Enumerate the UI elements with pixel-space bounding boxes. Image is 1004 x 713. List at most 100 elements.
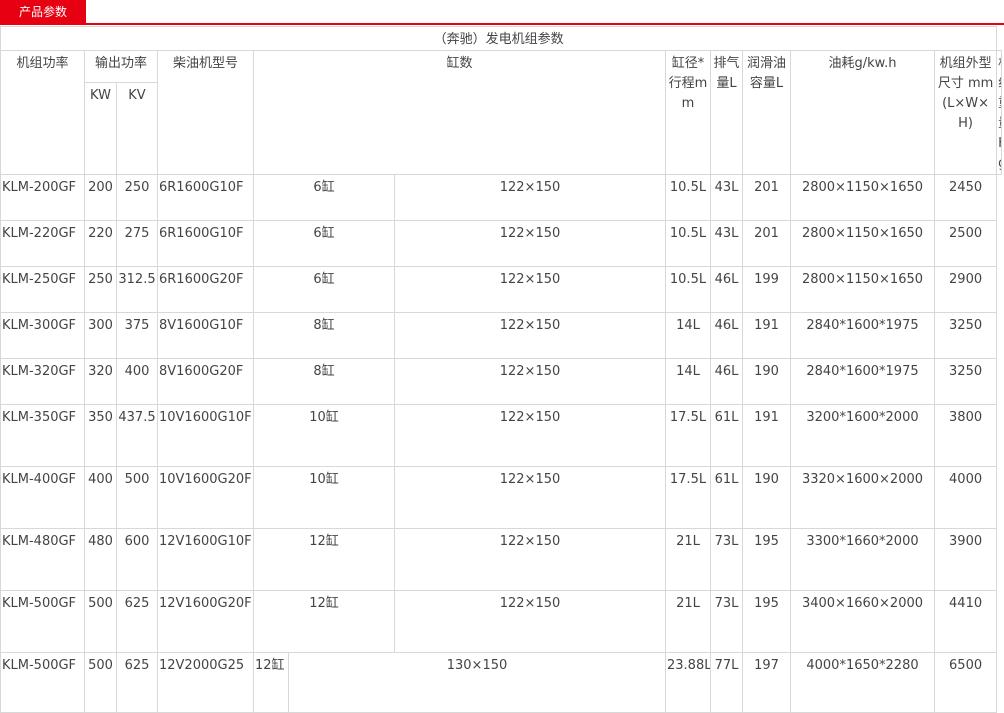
header-engine: 柴油机型号 <box>157 50 254 175</box>
cell-fuel: 197 <box>742 652 791 713</box>
cell-kw: 320 <box>84 358 117 405</box>
cell-bore: 122×150 <box>394 312 666 359</box>
table-row: KLM-500GF 500 625 12V1600G20F 12缸 122×150 21L 7… <box>0 590 1002 653</box>
header-weight: 机组重量Kg <box>996 50 1002 175</box>
cell-kv: 250 <box>116 174 158 221</box>
cell-bore: 122×150 <box>394 404 666 467</box>
cell-displacement: 10.5L <box>665 174 711 221</box>
cell-kw: 250 <box>84 266 117 313</box>
cell-bore: 122×150 <box>394 266 666 313</box>
cell-displacement: 23.88L <box>665 652 711 713</box>
cell-engine: 12V1600G10F <box>157 528 254 591</box>
cell-fuel: 201 <box>742 174 791 221</box>
cell-weight: 6500 <box>933 652 998 713</box>
cell-kw: 480 <box>84 528 117 591</box>
header-bore: 缸径*行程mm <box>665 50 711 175</box>
cell-cylinders: 12缸 <box>253 590 395 653</box>
cell-weight: 3250 <box>933 358 998 405</box>
cell-model: KLM-500GF <box>0 590 85 653</box>
cell-weight: 3800 <box>933 404 998 467</box>
cell-weight: 2900 <box>933 266 998 313</box>
table-row: KLM-220GF 220 275 6R1600G10F 6缸 122×150 10.5L 4… <box>0 220 1002 267</box>
cell-cylinders: 12缸 <box>253 652 289 713</box>
cell-displacement: 14L <box>665 312 711 359</box>
cell-lube: 77L <box>710 652 743 713</box>
cell-kw: 300 <box>84 312 117 359</box>
cell-cylinders: 12缸 <box>253 528 395 591</box>
cell-dims: 3300*1660*2000 <box>790 528 935 591</box>
cell-cylinders: 6缸 <box>253 174 395 221</box>
table-row: KLM-350GF 350 437.5 10V1600G10F 10缸 122×150 17… <box>0 404 1002 467</box>
tab-product-params[interactable]: 产品参数 <box>0 0 86 25</box>
cell-dims: 2840*1600*1975 <box>790 358 935 405</box>
cell-displacement: 17.5L <box>665 466 711 529</box>
cell-bore: 122×150 <box>394 590 666 653</box>
cell-cylinders: 10缸 <box>253 404 395 467</box>
cell-kv: 400 <box>116 358 158 405</box>
table-row: KLM-500GF 500 625 12V2000G25 12缸 130×150 23.88… <box>0 652 1002 713</box>
table-row: KLM-300GF 300 375 8V1600G10F 8缸 122×150 14L 46L… <box>0 312 1002 359</box>
cell-engine: 6R1600G10F <box>157 174 254 221</box>
cell-displacement: 14L <box>665 358 711 405</box>
cell-dims: 3320×1600×2000 <box>790 466 935 529</box>
cell-dims: 3200*1600*2000 <box>790 404 935 467</box>
table-row: KLM-400GF 400 500 10V1600G20F 10缸 122×150 17.5… <box>0 466 1002 529</box>
cell-model: KLM-200GF <box>0 174 85 221</box>
cell-model: KLM-500GF <box>0 652 85 713</box>
cell-lube: 61L <box>710 404 743 467</box>
cell-dims: 2800×1150×1650 <box>790 266 935 313</box>
tab-underline <box>0 23 1004 25</box>
cell-fuel: 195 <box>742 528 791 591</box>
header-row: 机组功率 输出功率 柴油机型号 缸数 缸径*行程mm 排气量L 润滑油容量L 油… <box>0 50 1002 175</box>
cell-bore: 122×150 <box>394 358 666 405</box>
cell-dims: 2800×1150×1650 <box>790 174 935 221</box>
cell-fuel: 199 <box>742 266 791 313</box>
cell-fuel: 191 <box>742 312 791 359</box>
cell-cylinders: 10缸 <box>253 466 395 529</box>
tab-label: 产品参数 <box>18 5 67 19</box>
header-output: 输出功率 <box>84 50 158 83</box>
cell-engine: 8V1600G10F <box>157 312 254 359</box>
header-dims: 机组外型 尺寸 mm (L×W×H) <box>933 50 998 175</box>
cell-weight: 3900 <box>933 528 998 591</box>
cell-kw: 400 <box>84 466 117 529</box>
cell-kv: 312.5 <box>116 266 158 313</box>
cell-dims: 4000*1650*2280 <box>790 652 935 713</box>
cell-model: KLM-250GF <box>0 266 85 313</box>
cell-fuel: 201 <box>742 220 791 267</box>
generator-params-table: （奔驰）发电机组参数 机组功率 输出功率 柴油机型号 缸数 缸径*行程mm 排气… <box>0 26 1002 713</box>
table-row: KLM-320GF 320 400 8V1600G20F 8缸 122×150 14L 46L… <box>0 358 1002 405</box>
cell-model: KLM-320GF <box>0 358 85 405</box>
cell-bore: 122×150 <box>394 220 666 267</box>
cell-model: KLM-400GF <box>0 466 85 529</box>
cell-dims: 2800×1150×1650 <box>790 220 935 267</box>
cell-bore: 122×150 <box>394 466 666 529</box>
cell-kw: 350 <box>84 404 117 467</box>
table-row: KLM-480GF 480 600 12V1600G10F 12缸 122×150 21L 7… <box>0 528 1002 591</box>
cell-cylinders: 6缸 <box>253 220 395 267</box>
cell-cylinders: 6缸 <box>253 266 395 313</box>
cell-engine: 10V1600G20F <box>157 466 254 529</box>
caption-row: （奔驰）发电机组参数 <box>0 26 1002 51</box>
cell-kw: 220 <box>84 220 117 267</box>
cell-fuel: 190 <box>742 358 791 405</box>
cell-lube: 46L <box>710 358 743 405</box>
cell-lube: 46L <box>710 266 743 313</box>
cell-cylinders: 8缸 <box>253 312 395 359</box>
cell-lube: 61L <box>710 466 743 529</box>
cell-lube: 73L <box>710 590 743 653</box>
cell-lube: 43L <box>710 174 743 221</box>
header-power: 机组功率 <box>0 50 85 175</box>
cell-weight: 2450 <box>933 174 998 221</box>
cell-weight: 2500 <box>933 220 998 267</box>
cell-kv: 625 <box>116 590 158 653</box>
cell-kv: 437.5 <box>116 404 158 467</box>
cell-lube: 73L <box>710 528 743 591</box>
header-kw: KW <box>84 81 117 176</box>
cell-kv: 625 <box>116 652 158 713</box>
cell-fuel: 191 <box>742 404 791 467</box>
header-cylinders: 缸数 <box>253 50 666 175</box>
header-fuel: 油耗g/kw.h <box>790 50 935 175</box>
cell-engine: 8V1600G20F <box>157 358 254 405</box>
cell-weight: 3250 <box>933 312 998 359</box>
